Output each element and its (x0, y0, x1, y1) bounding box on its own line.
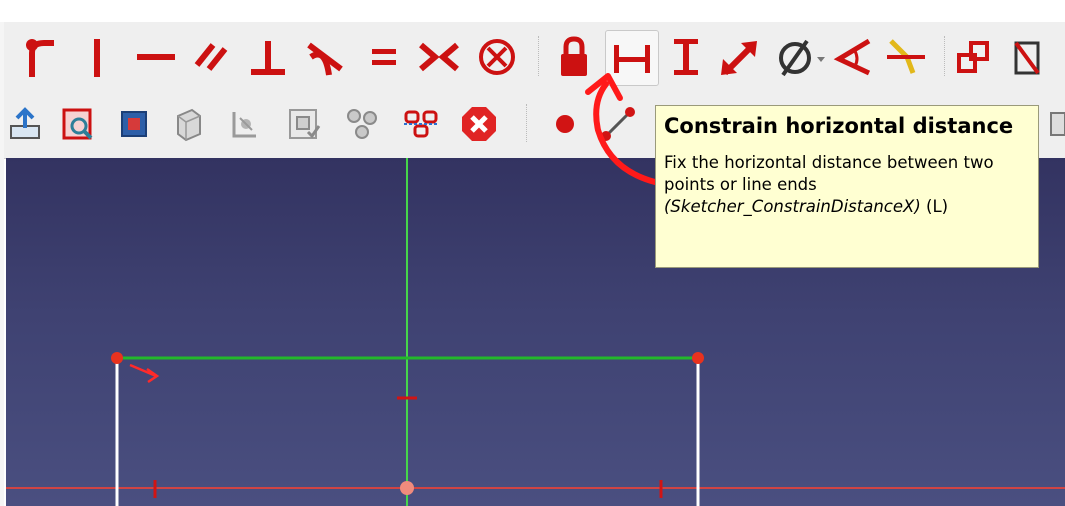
toolbar-separator (538, 36, 541, 76)
constrain-vertical-button[interactable] (82, 30, 112, 82)
view-sketch-button[interactable] (58, 102, 98, 146)
constrain-vertical-distance-button[interactable] (666, 30, 706, 82)
constrain-fillet-icon (26, 39, 54, 77)
top-right-vertex[interactable] (692, 352, 704, 364)
constrain-diameter-icon (779, 39, 825, 77)
mirror-sketch-button[interactable] (400, 102, 442, 146)
tooltip-title: Constrain horizontal distance (664, 114, 1014, 138)
mirror-sketch-icon (404, 110, 438, 138)
constrain-equal-icon (372, 49, 396, 65)
leave-sketch-icon (10, 107, 40, 139)
left-border (0, 22, 4, 506)
constraints-toolbar (4, 22, 1065, 92)
constrain-parallel-icon (194, 43, 228, 71)
constrain-angle-icon (833, 38, 871, 76)
tooltip: Constrain horizontal distance Fix the ho… (655, 105, 1039, 268)
tooltip-command: (Sketcher_ConstrainDistanceX) (664, 197, 921, 216)
stop-operation-icon (462, 107, 496, 141)
tooltip-description: Fix the horizontal distance between two … (664, 153, 994, 194)
constrain-lock-button[interactable] (552, 30, 596, 82)
constrain-tangent-icon (307, 42, 343, 76)
top-left-vertex[interactable] (111, 352, 123, 364)
create-point-icon (556, 115, 574, 133)
title-strip (0, 0, 1065, 23)
toolbar-separator (526, 104, 529, 142)
toggle-driving-button[interactable] (952, 30, 996, 82)
constrain-parallel-button[interactable] (190, 30, 234, 82)
constrain-horizontal-distance-icon (614, 45, 650, 73)
validate-sketch-icon (289, 109, 321, 139)
map-sketch-button[interactable] (168, 102, 208, 146)
reorient-sketch-button[interactable] (224, 102, 264, 146)
freecad-sketcher-window: Constrain horizontal distance Fix the ho… (0, 0, 1065, 506)
constrain-block-icon (479, 39, 515, 75)
constrain-horizontal-button[interactable] (134, 30, 178, 82)
origin-point[interactable] (400, 481, 414, 495)
validate-sketch-button[interactable] (284, 102, 324, 146)
constrain-distance-button[interactable] (716, 30, 764, 82)
leave-sketch-button[interactable] (6, 102, 44, 146)
toolbar-separator (944, 36, 947, 76)
merge-sketches-button[interactable] (342, 102, 384, 146)
constrain-symmetric-button[interactable] (416, 30, 462, 82)
constrain-vertical-icon (94, 39, 100, 77)
constrain-horizontal-distance-button[interactable] (605, 30, 659, 86)
toggle-active-button[interactable] (1005, 30, 1049, 82)
constrain-horizontal-icon (137, 54, 175, 60)
constrain-perpendicular-icon (251, 41, 285, 75)
toggle-active-icon (1014, 41, 1040, 75)
create-line-button[interactable] (594, 102, 640, 146)
toggle-driving-icon (957, 41, 989, 73)
next-tool-button[interactable] (1044, 104, 1065, 144)
view-sketch-icon (62, 108, 93, 140)
constrain-symmetric-icon (419, 42, 459, 72)
view-section-icon (121, 111, 147, 137)
constrain-tangent-button[interactable] (302, 30, 350, 82)
create-line-icon (601, 107, 635, 141)
constrain-vertical-distance-icon (674, 39, 698, 75)
constrain-perpendicular-button[interactable] (244, 30, 292, 82)
constrain-diameter-button[interactable] (774, 30, 830, 82)
constrain-distance-icon (721, 41, 757, 76)
annotation-small-arrow (129, 363, 160, 384)
view-section-button[interactable] (114, 102, 154, 146)
reorient-sketch-icon (232, 112, 256, 138)
map-sketch-icon (177, 108, 201, 142)
tooltip-shortcut: (L) (920, 197, 949, 216)
create-point-button[interactable] (550, 106, 580, 142)
constrain-equal-button[interactable] (364, 30, 404, 82)
merge-sketches-icon (347, 109, 377, 139)
constrain-snell-law-button[interactable] (882, 30, 930, 82)
constrain-block-button[interactable] (474, 30, 520, 82)
constrain-angle-button[interactable] (832, 30, 876, 82)
truncated-tool-icon (1050, 112, 1065, 136)
constrain-fillet-button[interactable] (18, 30, 62, 82)
stop-operation-button[interactable] (458, 102, 500, 146)
constrain-snell-law-icon (887, 39, 925, 74)
tooltip-body: Fix the horizontal distance between two … (664, 152, 1030, 218)
constrain-lock-icon (561, 36, 587, 76)
